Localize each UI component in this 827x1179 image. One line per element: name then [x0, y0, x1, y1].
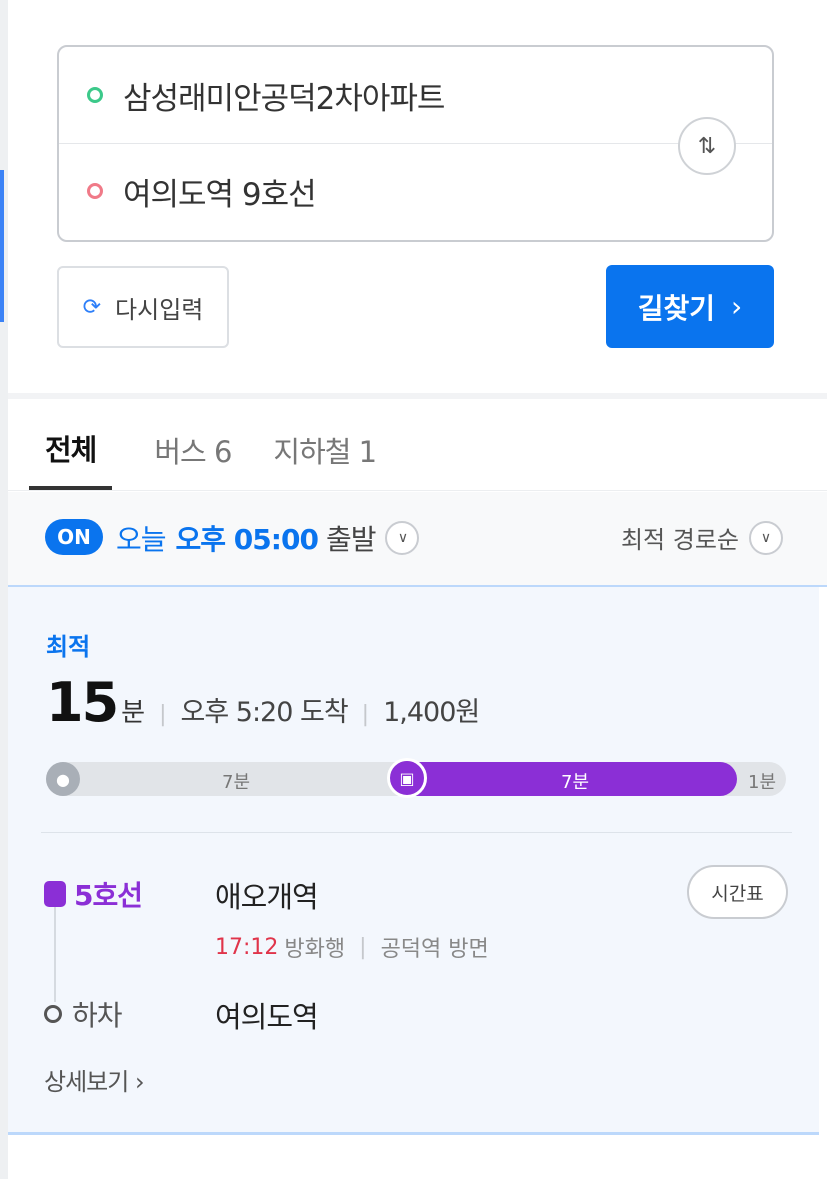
- route-result-card[interactable]: 최적 15 분 | 오후 5:20 도착 | 1,400원 ● 7분 ▣ 7분 …: [8, 587, 819, 1132]
- find-route-label: 길찾기: [637, 291, 716, 325]
- route-search-panel: 삼성래미안공덕2차아파트 여의도역 9호선 ⇅ ⟳ 다시입력 길찾기 › 전체 …: [0, 0, 827, 1179]
- line-name: 5호선: [74, 879, 143, 912]
- chevron-down-icon: ∨: [385, 521, 420, 555]
- alight-circle-icon: [44, 1005, 62, 1023]
- summary-separator: |: [361, 702, 370, 727]
- subway-duration: 7분: [561, 772, 590, 793]
- route-card-bottom-border: [8, 1132, 819, 1135]
- swap-icon[interactable]: ⇅: [678, 117, 736, 175]
- tab-all[interactable]: 전체: [29, 410, 113, 490]
- destination-dot-icon: [87, 183, 103, 199]
- fare: 1,400원: [383, 697, 480, 728]
- sort-selector[interactable]: 최적 경로순 ∨: [621, 520, 783, 555]
- timeline-line: [54, 907, 56, 1002]
- section-separator: [8, 393, 827, 399]
- route-summary: 15 분 | 오후 5:20 도착 | 1,400원: [46, 671, 480, 734]
- destination-text: 여의도역 9호선: [123, 176, 317, 213]
- duration-number: 15: [46, 671, 119, 734]
- find-route-button[interactable]: 길찾기 ›: [606, 265, 774, 348]
- origin-dot-icon: [87, 87, 103, 103]
- detail-separator: |: [359, 934, 367, 960]
- card-divider: [41, 832, 792, 833]
- departure-time-selector[interactable]: 오늘 오후 05:00 출발 ∨: [116, 518, 420, 558]
- walk-icon: ●: [46, 762, 80, 796]
- alighting-station: 여의도역: [215, 1000, 319, 1034]
- origin-text: 삼성래미안공덕2차아파트: [123, 80, 445, 117]
- departure-time: 오후 05:00: [175, 523, 319, 556]
- filter-row: ON 오늘 오후 05:00 출발 ∨ 최적 경로순 ∨: [8, 492, 827, 585]
- reset-label: 다시입력: [115, 295, 204, 324]
- boarding-time: 17:12: [215, 934, 279, 960]
- transport-tabs: 전체 버스 6 지하철 1: [29, 410, 418, 492]
- tabs-underline: [8, 490, 827, 491]
- route-segment-bar: ● 7분 ▣ 7분 1분: [46, 758, 786, 798]
- route-input-box: 삼성래미안공덕2차아파트 여의도역 9호선 ⇅: [57, 45, 774, 242]
- walk-duration: 7분: [222, 772, 251, 793]
- duration-unit: 분: [121, 698, 146, 728]
- subway-train-icon: [44, 881, 66, 907]
- origin-field[interactable]: 삼성래미안공덕2차아파트: [59, 47, 659, 143]
- summary-separator: |: [159, 702, 167, 727]
- reset-button[interactable]: ⟳ 다시입력: [57, 266, 229, 348]
- arrival-time: 오후 5:20 도착: [180, 697, 349, 728]
- destination-field[interactable]: 여의도역 9호선: [59, 143, 659, 239]
- left-accent-bar: [0, 170, 4, 322]
- tab-bus[interactable]: 버스 6: [154, 410, 232, 490]
- platform-direction: 공덕역 방면: [380, 937, 489, 962]
- chevron-right-icon: ›: [731, 290, 743, 323]
- boarding-detail: 17:12 방화행 | 공덕역 방면: [215, 931, 489, 963]
- tab-subway[interactable]: 지하철 1: [273, 410, 377, 490]
- subway-segment: ▣ 7분: [387, 758, 737, 798]
- sort-label: 최적 경로순: [620, 526, 739, 554]
- alight-text: 하차: [72, 999, 123, 1032]
- boarding-station: 애오개역: [215, 880, 319, 914]
- chevron-down-icon: ∨: [749, 520, 783, 555]
- departure-suffix: 출발: [325, 523, 377, 556]
- realtime-toggle[interactable]: ON: [45, 519, 103, 555]
- subway-icon: ▣: [387, 758, 427, 798]
- details-link[interactable]: 상세보기 ›: [44, 1062, 145, 1097]
- timetable-button[interactable]: 시간표: [687, 865, 788, 919]
- alight-label: 하차: [44, 994, 123, 1034]
- route-tag: 최적: [46, 633, 91, 661]
- departure-day: 오늘: [116, 523, 167, 556]
- subway-line-label: 5호선: [44, 874, 143, 914]
- train-direction: 방화행: [284, 937, 346, 962]
- final-walk-duration: 1분: [748, 772, 777, 793]
- refresh-icon: ⟳: [82, 294, 102, 320]
